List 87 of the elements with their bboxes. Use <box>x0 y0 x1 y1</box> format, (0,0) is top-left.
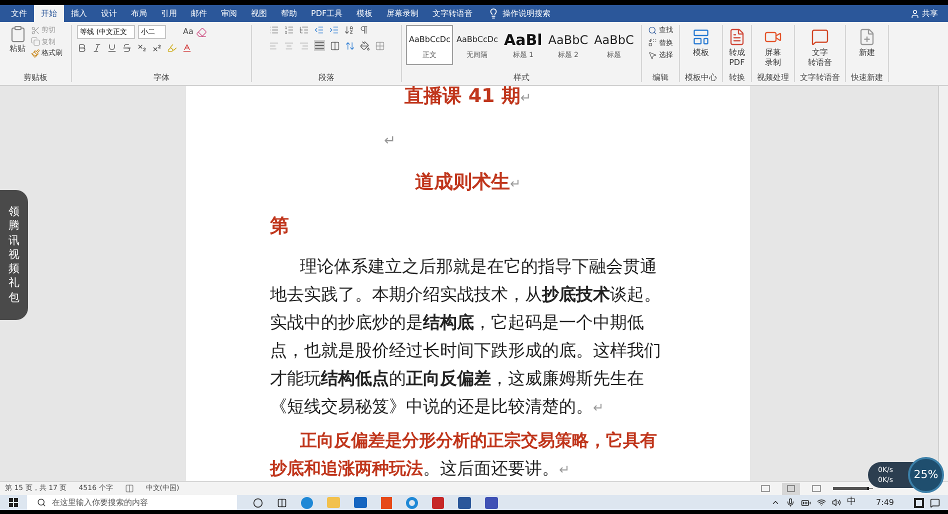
ribbon-tab[interactable]: 插入 <box>64 5 94 22</box>
zoom-slider-fill[interactable] <box>833 487 869 490</box>
numbered-list-icon[interactable] <box>284 25 294 35</box>
group-label: 编辑 <box>652 74 668 82</box>
template-icon <box>692 28 710 46</box>
group-label: 字体 <box>154 74 170 82</box>
line-spacing-icon[interactable] <box>344 40 354 50</box>
search-icon[interactable] <box>648 26 657 35</box>
document-paragraph: 理论体系建立之后那就是在它的指导下融会贯通地去实践了。本期介绍实战技术，从抄底技术谈起。实战中的抄底炒的是结构底，它起码是一个中期低点，也就是股价经过长时间下跌形成的底。这样我们才能玩结构低点的正向反偏差，这威廉姆斯先生在《短线交易秘笈》中说的还是比较清楚的。↵ <box>270 256 662 419</box>
paragraph-mark: ↵ <box>384 132 396 150</box>
ribbon-large-button[interactable]: 转成 PDF <box>728 25 746 68</box>
sort-icon[interactable] <box>344 25 354 35</box>
read-mode-icon[interactable] <box>761 485 770 492</box>
notification-icon[interactable] <box>930 498 940 508</box>
font-color-icon[interactable] <box>182 43 192 53</box>
speech-bubble-icon <box>810 28 829 46</box>
chevron-up-icon[interactable] <box>771 498 780 507</box>
multilevel-list-icon[interactable] <box>298 25 308 35</box>
justify-icon[interactable] <box>314 40 324 51</box>
pdf-file-icon <box>728 28 746 46</box>
group-label: 快速新建 <box>850 74 883 82</box>
tell-me-search[interactable]: 操作说明搜索 <box>502 8 551 20</box>
group-label: 转换 <box>728 74 745 82</box>
ribbon-tab[interactable]: 设计 <box>94 5 124 22</box>
battery-icon[interactable] <box>801 498 812 508</box>
ribbon-tab[interactable]: 模板 <box>350 5 380 22</box>
pilcrow-icon[interactable] <box>358 25 368 35</box>
ribbon-large-button[interactable]: 屏幕 录制 <box>764 25 782 68</box>
italic-icon[interactable] <box>92 43 102 53</box>
ribbon-large-button[interactable]: 模板 <box>692 25 710 58</box>
search-icon <box>37 498 46 507</box>
ribbon-tab[interactable]: 布局 <box>124 5 154 22</box>
strikethrough-icon[interactable] <box>122 43 132 53</box>
ribbon-tab[interactable]: 屏幕录制 <box>380 5 426 22</box>
person-icon <box>910 8 920 18</box>
group-label: 段落 <box>318 74 334 82</box>
ribbon-tab[interactable]: 邮件 <box>184 5 214 22</box>
pointer-icon[interactable] <box>648 50 657 60</box>
subscript-icon[interactable] <box>137 43 147 53</box>
increase-indent-icon[interactable] <box>328 25 338 35</box>
taskbar-search-field[interactable]: 在这里输入你要搜索的内容 <box>27 495 237 510</box>
ribbon-tab[interactable]: 帮助 <box>274 5 304 22</box>
wifi-icon[interactable] <box>817 498 826 507</box>
ribbon-large-button[interactable]: 文字 转语音 <box>808 25 832 68</box>
scissors-icon[interactable] <box>30 26 40 35</box>
group-label: 模板中心 <box>684 74 717 82</box>
group-label: 样式 <box>513 74 530 82</box>
windows-start-icon[interactable] <box>9 498 18 507</box>
superscript-icon[interactable] <box>152 43 162 53</box>
ribbon-large-button[interactable]: 新建 <box>858 25 876 58</box>
borders-icon[interactable] <box>374 40 384 50</box>
group-label: 文字转语音 <box>800 74 840 82</box>
ribbon-tab[interactable]: 引用 <box>154 5 184 22</box>
share-button[interactable]: 共享 <box>922 8 938 20</box>
task-view-icon[interactable] <box>277 498 287 508</box>
group-label: 剪贴板 <box>24 74 48 82</box>
group-label: 视频处理 <box>756 74 789 82</box>
clipboard-icon <box>8 25 26 43</box>
ribbon-tab[interactable]: PDF工具 <box>304 5 350 22</box>
decrease-indent-icon[interactable] <box>314 25 324 35</box>
input-method-indicator[interactable]: 中 <box>847 498 856 507</box>
clock[interactable]: 7:49 <box>876 498 894 506</box>
lightbulb-icon <box>488 8 499 19</box>
ribbon-tab[interactable]: 开始 <box>34 5 64 22</box>
document-paragraph: 正向反偏差是分形分析的正宗交易策略，它具有抄底和追涨两种玩法。这后面还要讲。↵ <box>270 430 658 481</box>
ribbon-tab[interactable]: 视图 <box>244 5 274 22</box>
web-layout-icon[interactable] <box>812 485 821 492</box>
scrollbar[interactable] <box>938 86 948 481</box>
ribbon-tab[interactable]: 审阅 <box>214 5 244 22</box>
taskbar-app-icon[interactable] <box>914 498 924 508</box>
microphone-icon[interactable] <box>786 498 796 507</box>
document-heading: 直播课 41 期↵ <box>404 86 532 109</box>
new-file-icon <box>858 28 876 46</box>
paste-button[interactable]: 粘贴 <box>8 25 26 58</box>
underline-icon[interactable] <box>107 43 117 53</box>
change-case-button[interactable]: Aa <box>183 26 194 38</box>
ribbon-tab[interactable]: 文字转语音 <box>426 5 480 22</box>
ribbon-tab[interactable]: 文件 <box>4 5 34 22</box>
shading-icon[interactable] <box>360 40 370 50</box>
side-promo-tab[interactable]: 领腾讯视频礼包 <box>0 190 28 320</box>
eraser-icon[interactable] <box>196 26 208 38</box>
bold-icon[interactable] <box>77 43 87 53</box>
copy-icon[interactable] <box>30 37 40 46</box>
document-heading: 道成则术生↵ <box>415 170 521 195</box>
document-subheading: 第 <box>270 214 289 239</box>
paintbrush-icon[interactable] <box>30 48 40 58</box>
volume-icon[interactable] <box>832 498 842 507</box>
